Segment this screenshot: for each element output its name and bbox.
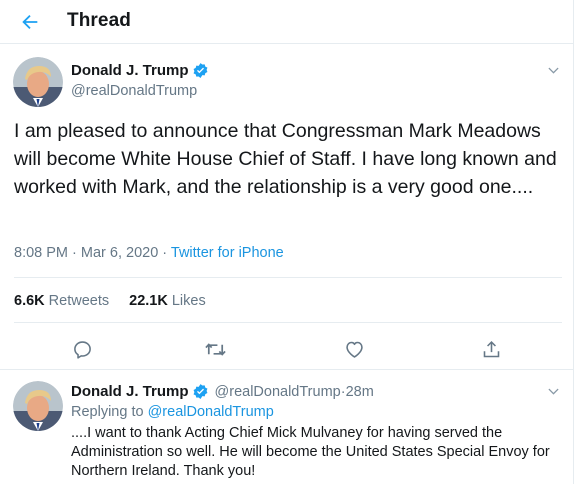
verified-badge-icon xyxy=(193,63,207,78)
share-icon xyxy=(483,340,499,357)
tweet-text: I am pleased to announce that Congressma… xyxy=(14,120,557,198)
page-title: Thread xyxy=(67,10,131,31)
reply-time[interactable]: 28m xyxy=(346,384,374,400)
author-handle[interactable]: @realDonaldTrump xyxy=(71,83,197,99)
meta-separator: · xyxy=(68,245,81,261)
avatar-image xyxy=(13,57,63,107)
retweets-stat[interactable]: 6.6K Retweets xyxy=(14,293,109,309)
replying-mention-link[interactable]: @realDonaldTrump xyxy=(148,404,274,420)
likes-stat[interactable]: 22.1K Likes xyxy=(129,293,206,309)
reply-menu-button[interactable] xyxy=(545,383,561,399)
chevron-down-icon xyxy=(547,388,559,395)
replying-to: Replying to @realDonaldTrump xyxy=(71,404,274,420)
verified-badge-icon xyxy=(193,384,207,399)
replying-prefix: Replying to xyxy=(71,404,148,420)
avatar[interactable] xyxy=(13,57,63,107)
arrow-left-icon xyxy=(22,14,38,30)
tweet-menu-button[interactable] xyxy=(545,62,561,78)
author-name-row: Donald J. Trump xyxy=(71,62,209,79)
likes-label: Likes xyxy=(171,293,206,309)
back-button[interactable] xyxy=(17,9,43,35)
meta-separator: · xyxy=(158,245,171,261)
tweet-time[interactable]: 8:08 PM xyxy=(14,245,68,261)
author-handle-row: @realDonaldTrump xyxy=(71,83,197,99)
chevron-down-icon xyxy=(547,67,559,74)
reply-text: ....I want to thank Acting Chief Mick Mu… xyxy=(71,425,550,479)
tweet-source-link[interactable]: Twitter for iPhone xyxy=(171,245,284,261)
reply-author-handle[interactable]: @realDonaldTrump xyxy=(215,384,341,400)
likes-count: 22.1K xyxy=(129,293,168,309)
like-icon xyxy=(345,341,363,358)
avatar-image xyxy=(13,381,63,431)
tweet-date[interactable]: Mar 6, 2020 xyxy=(81,245,158,261)
divider xyxy=(14,277,562,278)
reply-author-row: Donald J. Trump @realDonaldTrump · 28m xyxy=(71,383,374,400)
author-name[interactable]: Donald J. Trump xyxy=(71,62,189,79)
divider xyxy=(14,322,562,323)
tweet-meta: 8:08 PM · Mar 6, 2020 · Twitter for iPho… xyxy=(14,245,284,261)
thread-header: Thread xyxy=(0,0,573,44)
divider xyxy=(0,369,573,370)
tweet-stats: 6.6K Retweets 22.1K Likes xyxy=(14,293,206,309)
timeline-border xyxy=(573,0,574,484)
reply-icon xyxy=(73,340,91,359)
avatar[interactable] xyxy=(13,381,63,431)
retweet-icon xyxy=(204,342,226,356)
retweets-count: 6.6K xyxy=(14,293,45,309)
retweets-label: Retweets xyxy=(48,293,110,309)
reply-author-name[interactable]: Donald J. Trump xyxy=(71,383,189,400)
reply-button[interactable] xyxy=(70,337,94,361)
share-button[interactable] xyxy=(479,337,503,361)
retweet-button[interactable] xyxy=(203,337,227,361)
like-button[interactable] xyxy=(342,337,366,361)
